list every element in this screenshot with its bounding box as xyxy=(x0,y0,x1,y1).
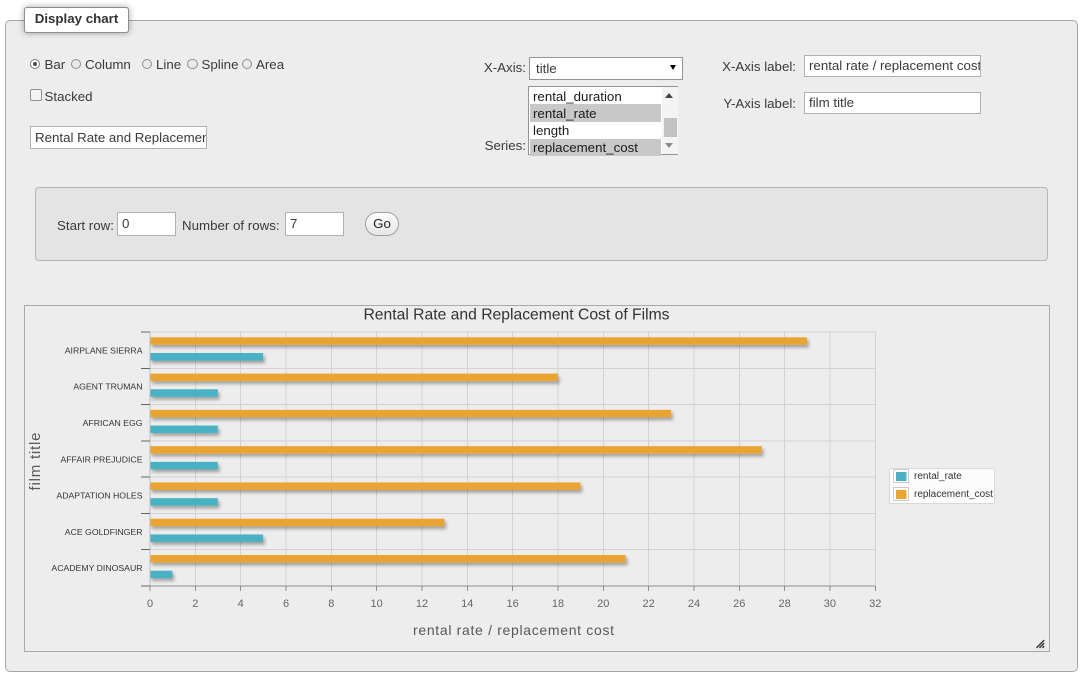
svg-text:AFFAIR PREJUDICE: AFFAIR PREJUDICE xyxy=(60,454,142,464)
svg-text:8: 8 xyxy=(328,598,334,610)
svg-text:20: 20 xyxy=(597,598,609,610)
svg-text:14: 14 xyxy=(461,598,473,610)
svg-text:Rental Rate and Replacement Co: Rental Rate and Replacement Cost of Film… xyxy=(363,307,669,324)
svg-text:18: 18 xyxy=(552,598,564,610)
svg-text:rental rate / replacement cost: rental rate / replacement cost xyxy=(413,622,614,638)
svg-text:22: 22 xyxy=(642,598,654,610)
svg-text:ADAPTATION HOLES: ADAPTATION HOLES xyxy=(56,491,142,501)
svg-text:28: 28 xyxy=(778,598,790,610)
svg-text:30: 30 xyxy=(824,598,836,610)
svg-text:ACE GOLDFINGER: ACE GOLDFINGER xyxy=(65,527,143,537)
svg-text:32: 32 xyxy=(869,598,881,610)
svg-text:6: 6 xyxy=(283,598,289,610)
svg-text:10: 10 xyxy=(370,598,382,610)
svg-text:24: 24 xyxy=(688,598,700,610)
svg-text:AIRPLANE SIERRA: AIRPLANE SIERRA xyxy=(65,345,143,355)
svg-text:ACADEMY DINOSAUR: ACADEMY DINOSAUR xyxy=(51,563,142,573)
svg-text:AGENT TRUMAN: AGENT TRUMAN xyxy=(73,382,142,392)
svg-text:16: 16 xyxy=(506,598,518,610)
svg-text:2: 2 xyxy=(192,598,198,610)
svg-text:0: 0 xyxy=(147,598,153,610)
svg-text:4: 4 xyxy=(238,598,244,610)
svg-text:rental_rate: rental_rate xyxy=(914,471,962,482)
svg-text:replacement_cost: replacement_cost xyxy=(914,489,993,500)
svg-text:film title: film title xyxy=(27,433,44,491)
svg-text:12: 12 xyxy=(416,598,428,610)
svg-text:26: 26 xyxy=(733,598,745,610)
svg-text:AFRICAN EGG: AFRICAN EGG xyxy=(83,418,143,428)
